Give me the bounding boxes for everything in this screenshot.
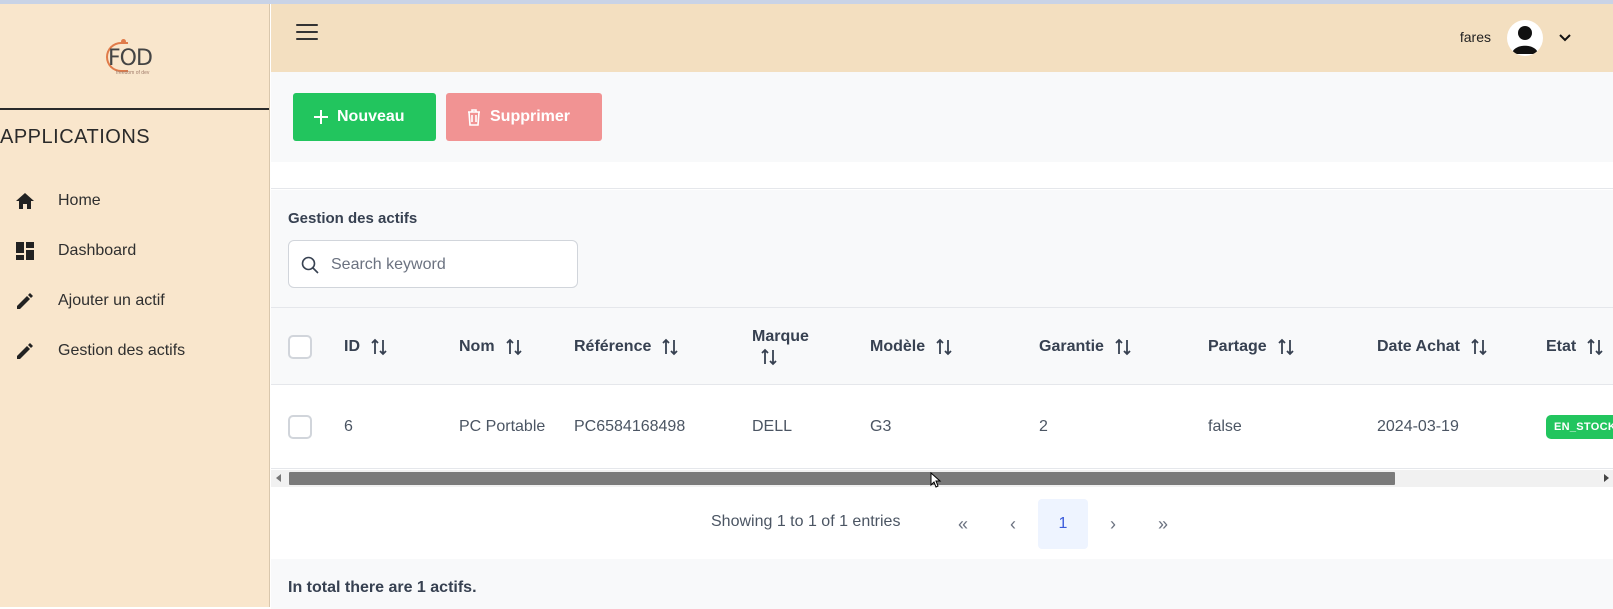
prev-page-button[interactable]: ‹ xyxy=(988,499,1038,549)
column-header-marque[interactable]: Marque xyxy=(752,308,809,385)
table-footer: In total there are 1 actifs. xyxy=(271,559,1613,609)
logo-dot xyxy=(121,39,126,44)
column-header-label: Marque xyxy=(752,327,809,345)
table-header: ID Nom Référence Marque Modèle Garantie … xyxy=(271,308,1613,385)
toolbar: Nouveau Supprimer xyxy=(271,72,1613,162)
column-header-label: Date Achat xyxy=(1377,337,1460,355)
home-icon xyxy=(12,188,38,214)
sort-icon xyxy=(935,338,953,356)
pagination-info: Showing 1 to 1 of 1 entries xyxy=(711,513,901,530)
horizontal-scrollbar[interactable] xyxy=(271,470,1613,487)
row-checkbox[interactable] xyxy=(288,415,312,439)
sidebar: FOD freedom of dev APPLICATIONS Home Das… xyxy=(0,4,270,607)
sidebar-item-label: Home xyxy=(58,192,101,209)
sidebar-item-label: Dashboard xyxy=(58,242,137,259)
pencil-icon xyxy=(12,288,38,314)
scrollbar-thumb[interactable] xyxy=(289,472,1395,485)
logo-subtitle: freedom of dev xyxy=(116,70,150,76)
pencil-icon xyxy=(12,338,38,364)
cell-partage: false xyxy=(1208,418,1242,435)
last-page-button[interactable]: » xyxy=(1138,499,1188,549)
sidebar-item-home[interactable]: Home xyxy=(12,176,262,226)
logo[interactable]: FOD freedom of dev xyxy=(106,38,160,82)
cell-marque: DELL xyxy=(752,418,793,435)
column-header-label: Nom xyxy=(459,337,495,355)
column-header-label: Etat xyxy=(1546,337,1577,355)
cell-reference: PC6584168498 xyxy=(574,418,686,435)
delete-button-label: Supprimer xyxy=(490,108,571,125)
table-caption: Gestion des actifs xyxy=(271,190,1613,308)
cell-etat: EN_STOCK xyxy=(1546,385,1613,469)
sidebar-section-title: APPLICATIONS xyxy=(0,126,151,148)
cell-id: 6 xyxy=(344,418,353,435)
search-input[interactable] xyxy=(331,253,561,277)
sidebar-item-ajouter-actif[interactable]: Ajouter un actif xyxy=(12,276,262,326)
sidebar-item-dashboard[interactable]: Dashboard xyxy=(12,226,262,276)
column-header-nom[interactable]: Nom xyxy=(459,308,523,385)
sort-icon xyxy=(505,338,523,356)
scroll-right-arrow-icon[interactable] xyxy=(1604,474,1609,482)
column-header-label: Garantie xyxy=(1039,337,1104,355)
total-summary: In total there are 1 actifs. xyxy=(288,579,477,596)
status-badge: EN_STOCK xyxy=(1546,415,1613,439)
column-header-label: Modèle xyxy=(870,337,926,355)
cell-date-achat: 2024-03-19 xyxy=(1377,418,1459,435)
user-name[interactable]: fares xyxy=(1460,29,1491,45)
column-header-label: Référence xyxy=(574,337,652,355)
sidebar-item-label: Gestion des actifs xyxy=(58,342,186,359)
row-checkbox-cell xyxy=(288,385,312,469)
select-all-checkbox[interactable] xyxy=(288,334,312,359)
sidebar-item-label: Ajouter un actif xyxy=(58,292,165,309)
delete-button[interactable]: Supprimer xyxy=(446,93,602,141)
avatar[interactable] xyxy=(1507,20,1543,56)
first-page-button[interactable]: « xyxy=(938,499,988,549)
new-button-label: Nouveau xyxy=(337,108,405,125)
paginator: Showing 1 to 1 of 1 entries « ‹ 1 › » xyxy=(271,487,1613,557)
plus-icon xyxy=(313,109,329,125)
sidebar-item-gestion-actifs[interactable]: Gestion des actifs xyxy=(12,326,262,376)
cell-nom: PC Portable xyxy=(459,418,546,435)
menu-toggle-icon[interactable] xyxy=(296,24,318,44)
select-all-checkbox-cell xyxy=(288,308,312,385)
page-title: Gestion des actifs xyxy=(288,210,418,227)
sort-icon xyxy=(370,338,388,356)
table-row[interactable]: 6 PC Portable PC6584168498 DELL G3 2 fal… xyxy=(271,385,1613,469)
chevron-down-icon[interactable] xyxy=(1557,29,1573,45)
top-header: fares xyxy=(271,4,1613,72)
sidebar-nav: Home Dashboard Ajouter un actif Gestion … xyxy=(12,176,262,376)
search-box xyxy=(288,240,578,288)
sort-icon xyxy=(661,338,679,356)
cell-garantie: 2 xyxy=(1039,418,1048,435)
new-button[interactable]: Nouveau xyxy=(293,93,436,141)
column-header-modele[interactable]: Modèle xyxy=(870,308,953,385)
column-header-date-achat[interactable]: Date Achat xyxy=(1377,308,1488,385)
spacer xyxy=(271,162,1613,189)
scroll-left-arrow-icon[interactable] xyxy=(276,474,281,482)
sort-icon xyxy=(1586,338,1604,356)
column-header-partage[interactable]: Partage xyxy=(1208,308,1295,385)
sort-icon xyxy=(760,348,778,366)
logo-text: FOD xyxy=(108,46,153,71)
column-header-etat[interactable]: Etat xyxy=(1546,308,1604,385)
column-header-reference[interactable]: Référence xyxy=(574,308,679,385)
column-header-garantie[interactable]: Garantie xyxy=(1039,308,1132,385)
logo-area: FOD freedom of dev xyxy=(0,4,269,110)
dashboard-icon xyxy=(12,238,38,264)
search-icon xyxy=(301,256,319,279)
page-button-1[interactable]: 1 xyxy=(1038,499,1088,549)
cell-modele: G3 xyxy=(870,418,892,435)
sort-icon xyxy=(1277,338,1295,356)
column-header-id[interactable]: ID xyxy=(344,308,388,385)
mouse-cursor-icon xyxy=(930,471,942,488)
sort-icon xyxy=(1470,338,1488,356)
column-header-label: ID xyxy=(344,337,360,355)
sort-icon xyxy=(1114,338,1132,356)
trash-icon xyxy=(466,108,482,126)
main-content: Nouveau Supprimer Gestion des actifs ID … xyxy=(271,72,1613,609)
column-header-label: Partage xyxy=(1208,337,1267,355)
next-page-button[interactable]: › xyxy=(1088,499,1138,549)
user-icon xyxy=(1512,26,1538,54)
